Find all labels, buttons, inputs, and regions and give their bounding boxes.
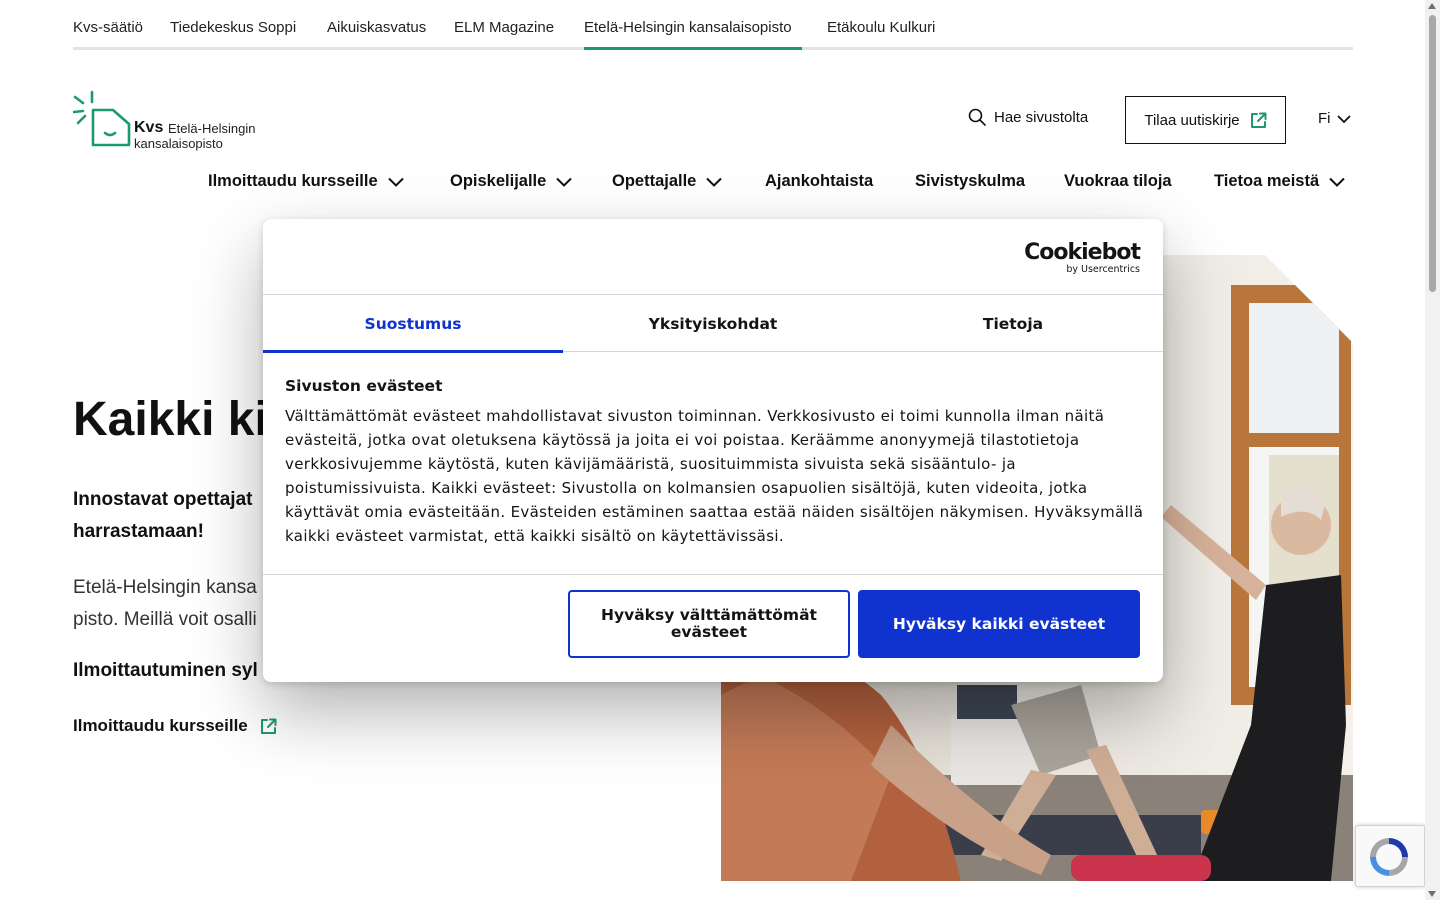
logo-line-1: Etelä-Helsingin [168,121,256,136]
enroll-courses-link[interactable]: Ilmoittaudu kursseille [73,716,277,736]
tab-suostumus[interactable]: Suostumus [263,295,563,353]
accept-necessary-label: Hyväksy välttämättömät evästeet [601,606,817,641]
chevron-down-icon [706,177,723,187]
consent-text: Välttämättömät evästeet mahdollistavat s… [285,407,1144,545]
consent-body: Sivuston evästeet Välttämättömät evästee… [285,377,1145,548]
nav-item-label: Tietoa meistä [1214,172,1320,190]
enroll-courses-link-label: Ilmoittaudu kursseille [73,716,248,735]
top-link-etakoulu-kulkuri[interactable]: Etäkoulu Kulkuri [827,19,935,36]
nav-item-label: Vuokraa tiloja [1064,172,1172,190]
nav-item-label: Ilmoittaudu kursseille [208,172,378,190]
top-link-tiedekeskus-soppi[interactable]: Tiedekeskus Soppi [170,19,296,36]
search-icon [968,108,986,126]
consent-heading: Sivuston evästeet [285,377,443,395]
accept-all-button[interactable]: Hyväksy kaikki evästeet [858,590,1140,658]
nav-item-ajankohtaista[interactable]: Ajankohtaista [765,172,873,191]
newsletter-button[interactable]: Tilaa uutiskirje [1125,96,1286,144]
nav-item-label: Sivistyskulma [915,172,1026,190]
tab-tietoja[interactable]: Tietoja [863,295,1163,352]
hero-body-content: Etelä-Helsingin kansa pisto. Meillä voit… [73,577,257,630]
cookiebot-brand-sub: by Usercentrics [1066,264,1140,275]
accept-necessary-button[interactable]: Hyväksy välttämättömät evästeet [568,590,850,658]
nav-item-opettajalle[interactable]: Opettajalle [612,172,723,191]
hero-title: Kaikki kiv [73,393,295,446]
nav-item-label: Opettajalle [612,172,697,190]
language-selector[interactable]: Fi [1318,110,1351,127]
cookiebot-brand: Cookiebot [1024,240,1141,265]
top-link-elm-magazine[interactable]: ELM Magazine [454,19,554,36]
nav-item-sivistyskulma[interactable]: Sivistyskulma [915,172,1025,191]
consent-actions: Hyväksy välttämättömät evästeet Hyväksy … [263,574,1163,682]
chevron-down-icon [387,177,404,187]
logo-line-2: kansalaisopisto [134,136,223,151]
nav-item-tietoa-meista[interactable]: Tietoa meistä [1214,172,1345,191]
recaptcha-badge[interactable] [1355,825,1425,887]
logo-abbreviation: Kvs [134,119,164,136]
chevron-down-icon [1329,177,1345,187]
dialog-header: Cookiebot by Usercentrics [263,219,1163,295]
nav-item-ilmoittaudu-kursseille[interactable]: Ilmoittaudu kursseille [208,172,404,191]
scroll-up-arrow-icon[interactable] [1428,3,1436,9]
cookiebot-logo[interactable]: Cookiebot by Usercentrics [1024,240,1141,276]
chevron-down-icon [556,177,573,187]
nav-item-vuokraa-tiloja[interactable]: Vuokraa tiloja [1064,172,1172,191]
top-link-kvs-saatio[interactable]: Kvs-säätiö [73,19,143,36]
scrollbar-thumb[interactable] [1429,15,1436,292]
scroll-down-arrow-icon[interactable] [1428,891,1436,897]
newsletter-label: Tilaa uutiskirje [1144,111,1240,129]
nav-item-label: Opiskelijalle [450,172,547,190]
chevron-down-icon [1336,114,1351,123]
nav-item-label: Ajankohtaista [765,172,874,190]
search-label: Hae sivustolta [994,108,1089,126]
network-links-bar: Kvs-säätiö Tiedekeskus Soppi Aikuiskasva… [73,0,1353,50]
consent-tabs: Suostumus Yksityiskohdat Tietoja [263,295,1163,353]
hero-enrollment-heading: Ilmoittautuminen syl [73,660,258,681]
hero-lead-text: Innostavat opettajat harrastamaan! [73,489,253,542]
nav-item-opiskelijalle[interactable]: Opiskelijalle [450,172,573,191]
page-scrollbar[interactable] [1425,0,1440,900]
cookie-consent-dialog: Cookiebot by Usercentrics Suostumus Yksi… [263,219,1163,682]
site-search-button[interactable]: Hae sivustolta [968,108,1088,126]
language-current: Fi [1318,110,1331,127]
top-link-aikuiskasvatus[interactable]: Aikuiskasvatus [327,19,426,36]
recaptcha-icon [1370,838,1408,876]
logo-house-icon [72,90,131,147]
external-link-icon [260,718,277,734]
external-link-icon [1250,112,1267,128]
tab-yksityiskohdat[interactable]: Yksityiskohdat [563,295,863,352]
top-link-etela-helsingin-kansalaisopisto[interactable]: Etelä-Helsingin kansalaisopisto [584,19,792,36]
active-link-indicator [584,47,802,50]
